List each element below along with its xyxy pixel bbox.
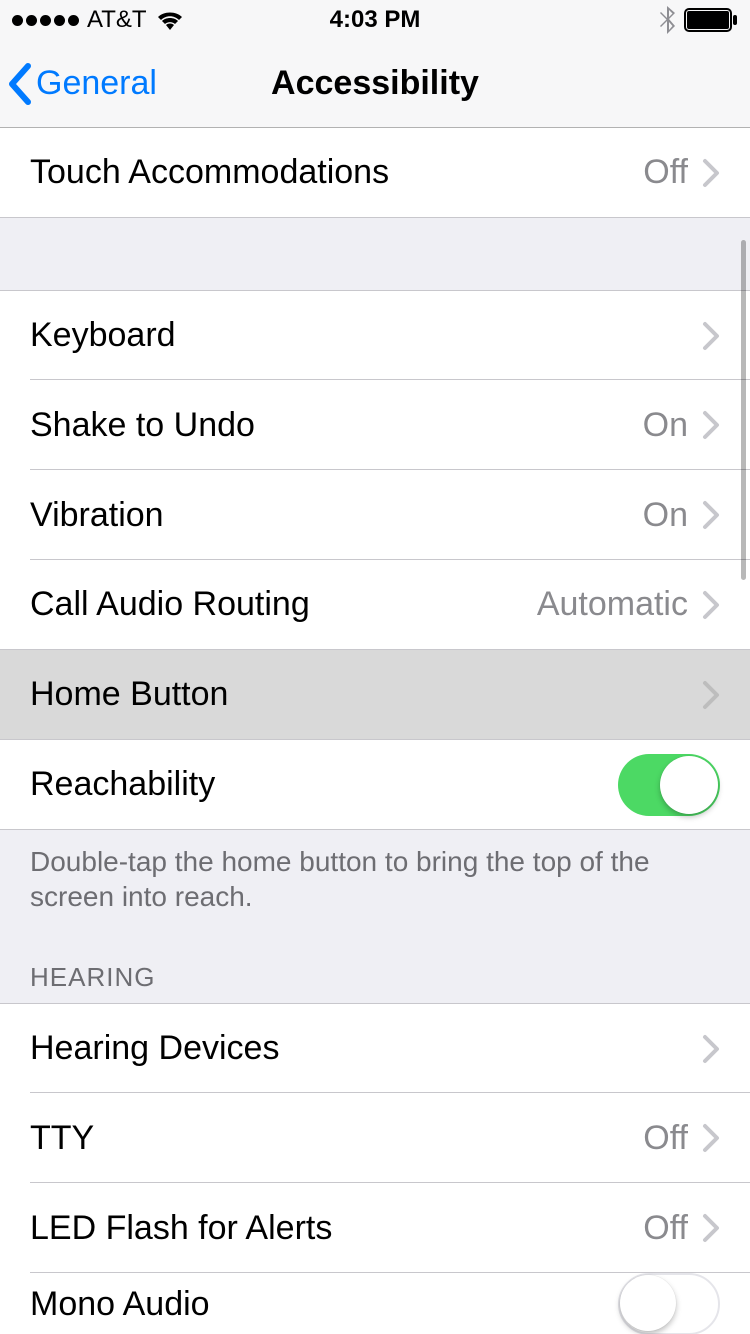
chevron-right-icon: [702, 321, 720, 351]
scroll-indicator: [741, 240, 746, 580]
chevron-left-icon: [6, 62, 34, 106]
cell-value: Automatic: [537, 585, 688, 624]
chevron-right-icon: [702, 1213, 720, 1243]
cell-label: Touch Accommodations: [30, 153, 643, 192]
cell-label: Vibration: [30, 496, 643, 535]
chevron-right-icon: [702, 410, 720, 440]
navigation-bar: General Accessibility: [0, 40, 750, 128]
cell-label: LED Flash for Alerts: [30, 1209, 643, 1248]
cell-label: Shake to Undo: [30, 406, 643, 445]
cell-value: Off: [643, 1209, 688, 1248]
section-gap: [0, 218, 750, 290]
clock-label: 4:03 PM: [0, 6, 750, 34]
settings-table: Touch Accommodations Off Keyboard Shake …: [0, 128, 750, 1334]
cell-tty[interactable]: TTY Off: [0, 1093, 750, 1183]
cell-label: Hearing Devices: [30, 1029, 702, 1068]
cell-hearing-devices[interactable]: Hearing Devices: [0, 1003, 750, 1093]
cell-value: On: [643, 496, 688, 535]
cell-touch-accommodations[interactable]: Touch Accommodations Off: [0, 128, 750, 218]
cell-label: Reachability: [30, 765, 618, 804]
cell-call-audio-routing[interactable]: Call Audio Routing Automatic: [0, 560, 750, 650]
cell-value: Off: [643, 1119, 688, 1158]
cell-label: TTY: [30, 1119, 643, 1158]
cell-value: Off: [643, 153, 688, 192]
cell-label: Call Audio Routing: [30, 585, 537, 624]
status-bar: AT&T 4:03 PM: [0, 0, 750, 40]
cell-value: On: [643, 406, 688, 445]
chevron-right-icon: [702, 500, 720, 530]
back-label: General: [36, 64, 157, 103]
chevron-right-icon: [702, 158, 720, 188]
cell-shake-to-undo[interactable]: Shake to Undo On: [0, 380, 750, 470]
back-button[interactable]: General: [0, 62, 157, 106]
cell-keyboard[interactable]: Keyboard: [0, 290, 750, 380]
mono-audio-switch[interactable]: [618, 1273, 720, 1334]
chevron-right-icon: [702, 680, 720, 710]
cell-vibration[interactable]: Vibration On: [0, 470, 750, 560]
reachability-switch[interactable]: [618, 754, 720, 816]
section-header-hearing: HEARING: [0, 914, 750, 1003]
cell-mono-audio[interactable]: Mono Audio: [0, 1273, 750, 1334]
cell-reachability[interactable]: Reachability: [0, 740, 750, 830]
cell-led-flash[interactable]: LED Flash for Alerts Off: [0, 1183, 750, 1273]
cell-label: Keyboard: [30, 316, 702, 355]
cell-label: Home Button: [30, 675, 702, 714]
chevron-right-icon: [702, 590, 720, 620]
chevron-right-icon: [702, 1123, 720, 1153]
cell-label: Mono Audio: [30, 1285, 618, 1324]
reachability-footer: Double-tap the home button to bring the …: [0, 830, 750, 914]
cell-home-button[interactable]: Home Button: [0, 650, 750, 740]
chevron-right-icon: [702, 1034, 720, 1064]
